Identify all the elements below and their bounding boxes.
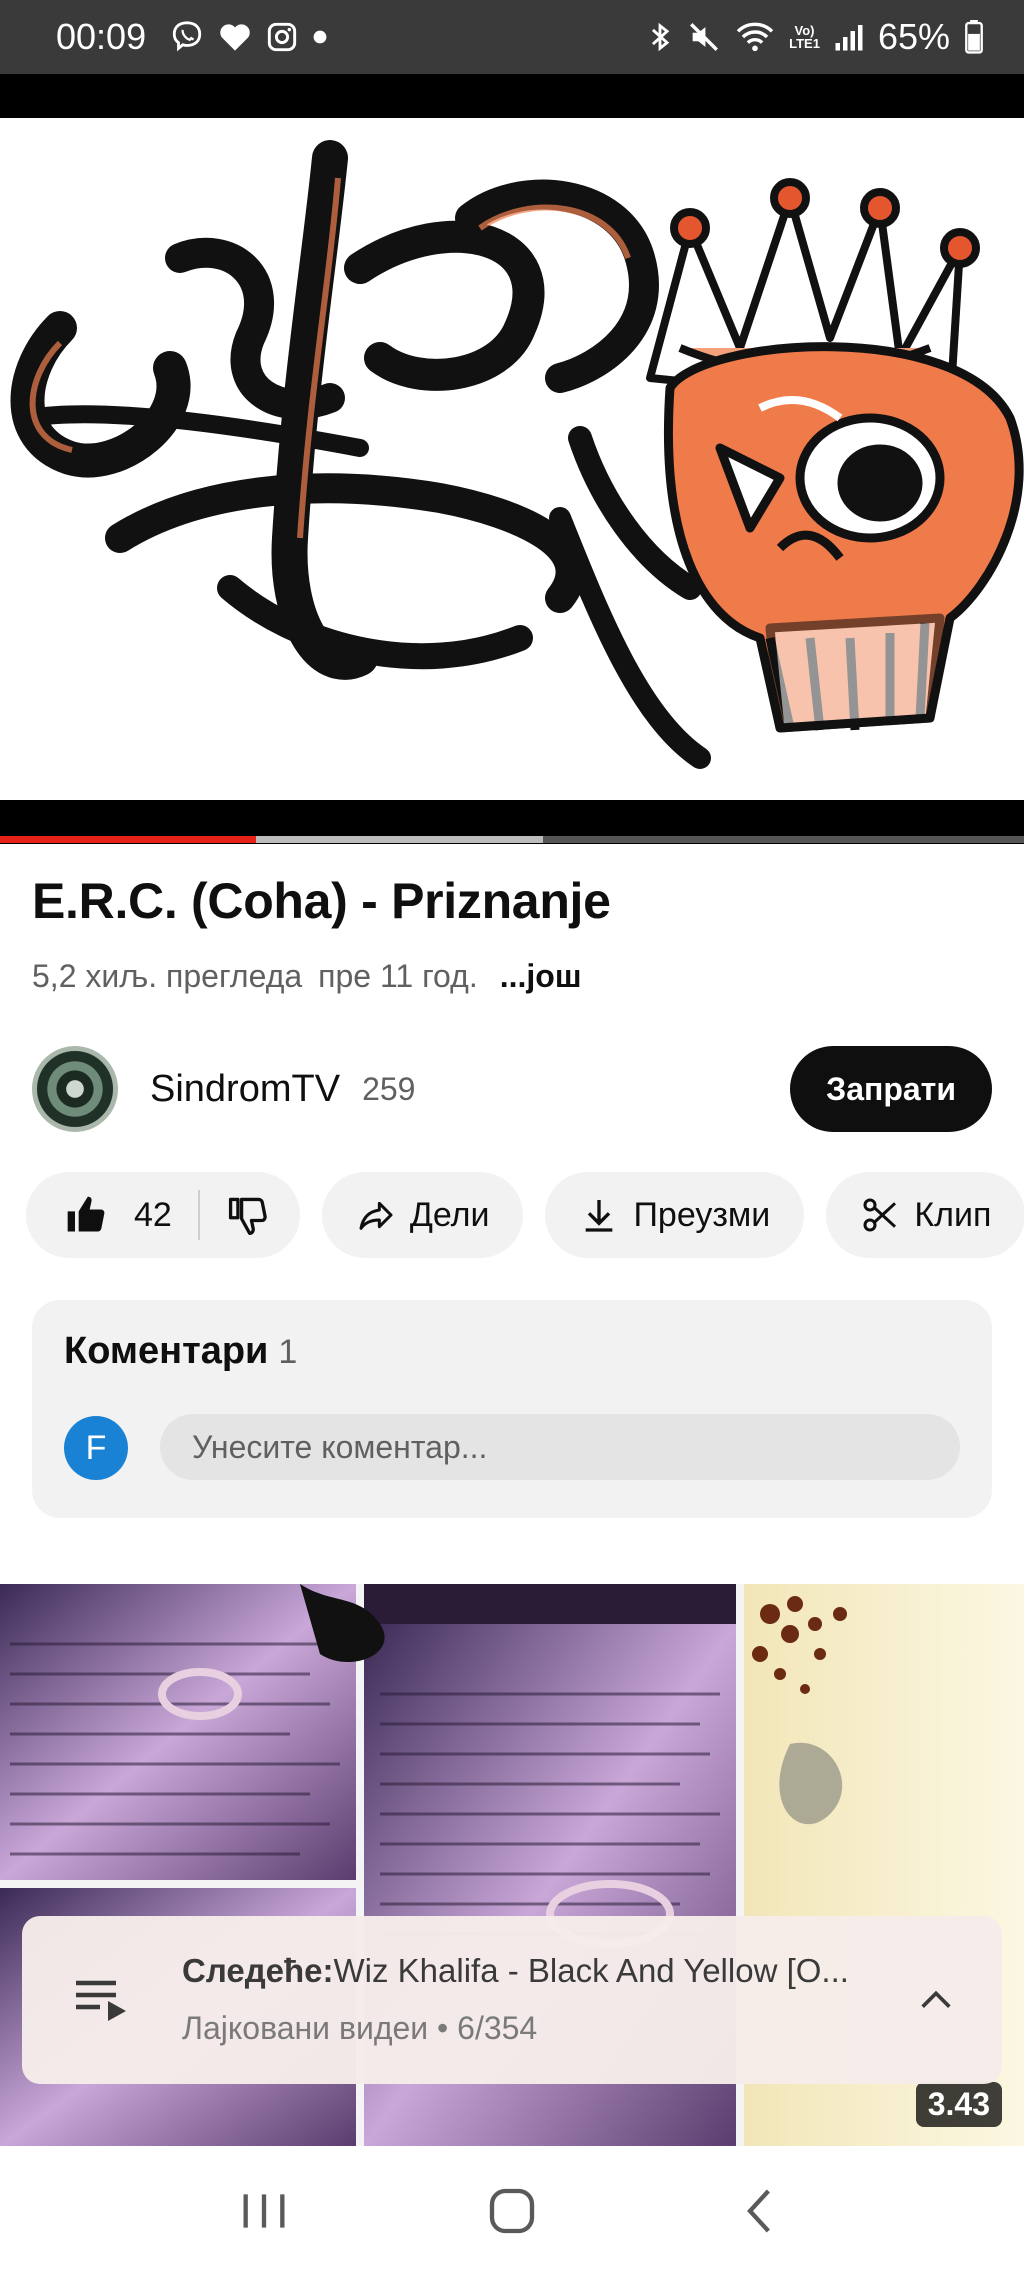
home-button[interactable] xyxy=(472,2171,552,2251)
battery-icon xyxy=(964,17,984,57)
progress-played xyxy=(0,836,256,843)
video-frame[interactable] xyxy=(0,118,1024,800)
clip-button[interactable]: Клип xyxy=(826,1172,1024,1258)
share-label: Дели xyxy=(409,1195,490,1234)
status-left: 00:09 xyxy=(56,16,328,58)
like-divider xyxy=(197,1190,200,1240)
playlist-subtitle: Лајковани видеи • 6/354 xyxy=(182,2010,538,2046)
back-icon xyxy=(747,2189,770,2232)
download-icon xyxy=(586,1200,613,1232)
comments-heading: Коментари 1 xyxy=(64,1330,297,1373)
graffiti-artwork xyxy=(0,118,1024,800)
duration-badge: 3.43 xyxy=(915,2082,1002,2127)
next-video-title: Wiz Khalifa - Black And Yellow [O... xyxy=(333,1952,849,1989)
subscriber-count: 259 xyxy=(362,1070,416,1107)
recent-apps-button[interactable] xyxy=(224,2171,304,2251)
chevron-up-icon[interactable] xyxy=(916,1980,956,2025)
user-avatar: F xyxy=(64,1416,128,1480)
action-bar: 42 Дели Преузми Клип xyxy=(26,1172,1024,1258)
network-type-label: Vo) LTE1 xyxy=(789,17,820,57)
dislike-button[interactable] xyxy=(226,1193,270,1237)
next-prefix: Следеће: xyxy=(182,1952,334,1989)
home-icon xyxy=(489,2188,535,2233)
like-button[interactable]: 42 xyxy=(64,1193,198,1237)
thumbs-up-icon xyxy=(67,1196,105,1232)
battery-percent: 65% xyxy=(877,16,950,57)
mute-icon xyxy=(687,17,721,57)
status-right: Vo) LTE1 65% xyxy=(647,16,984,58)
progress-bar[interactable] xyxy=(0,836,1024,843)
channel-avatar[interactable] xyxy=(32,1046,118,1132)
comments-count: 1 xyxy=(278,1333,298,1371)
wifi-icon xyxy=(735,17,775,57)
thumbs-down-icon xyxy=(228,1197,267,1235)
status-time: 00:09 xyxy=(56,16,147,57)
playlist-icon xyxy=(74,1976,130,2027)
signal-icon xyxy=(834,17,864,57)
dot-icon xyxy=(312,17,328,57)
recent-apps-icon xyxy=(243,2193,285,2228)
share-button[interactable]: Дели xyxy=(321,1172,524,1258)
download-button[interactable]: Преузми xyxy=(545,1172,805,1258)
clip-label: Клип xyxy=(914,1195,992,1234)
status-bar: 00:09 Vo) LTE1 65% xyxy=(0,0,1024,74)
network-label-bottom: LTE1 xyxy=(789,36,820,51)
share-icon xyxy=(359,1201,393,1230)
video-meta[interactable]: 5,2 хиљ. прегледа пре 11 год. ...још xyxy=(32,958,581,995)
more-link[interactable]: ...још xyxy=(500,958,582,995)
bluetooth-icon xyxy=(647,17,673,57)
instagram-icon xyxy=(266,17,298,57)
back-button[interactable] xyxy=(720,2171,800,2251)
comment-input[interactable]: Унесите коментар... xyxy=(160,1414,960,1480)
video-player[interactable] xyxy=(0,74,1024,844)
playlist-next-title: Следеће:Wiz Khalifa - Black And Yellow [… xyxy=(182,1952,902,1990)
channel-name[interactable]: SindromTV xyxy=(150,1068,340,1111)
playlist-next-card[interactable]: Следеће:Wiz Khalifa - Black And Yellow [… xyxy=(22,1916,1002,2084)
download-label: Преузми xyxy=(633,1195,771,1234)
scissors-icon xyxy=(863,1198,897,1232)
like-count: 42 xyxy=(134,1195,172,1234)
system-nav-bar xyxy=(0,2146,1024,2275)
view-count: 5,2 хиљ. прегледа xyxy=(32,958,303,994)
video-title[interactable]: E.R.C. (Coha) - Priznanje xyxy=(32,872,611,930)
viber-icon xyxy=(170,17,204,57)
channel-row: SindromTV 259 Запрати xyxy=(32,1044,992,1134)
upload-age: пре 11 год. xyxy=(318,958,478,994)
comments-title: Коментари xyxy=(64,1330,269,1372)
heart-icon xyxy=(218,17,252,57)
subscribe-button[interactable]: Запрати xyxy=(790,1046,992,1132)
comments-panel[interactable]: Коментари 1 F Унесите коментар... xyxy=(32,1300,992,1518)
like-dislike-chip: 42 xyxy=(26,1172,300,1258)
